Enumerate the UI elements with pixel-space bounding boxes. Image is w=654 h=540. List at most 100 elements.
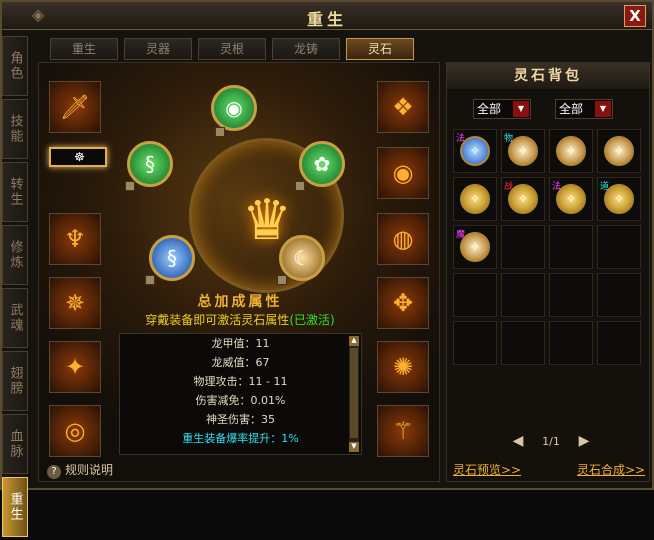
equip-slot-wand[interactable]: ⚚: [377, 405, 429, 457]
next-page-icon[interactable]: ▶: [577, 431, 591, 451]
clover-rune-icon: ✿: [313, 152, 331, 176]
side-tab-rebirth[interactable]: 重生: [2, 477, 28, 537]
summary-subtitle: 穿戴装备即可激活灵石属性(已激活): [39, 311, 441, 328]
stone-combine-link[interactable]: 灵石合成>>: [577, 461, 645, 478]
title-bar: ◈ 重生 X: [2, 2, 652, 30]
dragon-rune-icon: §: [145, 152, 155, 176]
equip-slot-necklace[interactable]: ❖: [377, 81, 429, 133]
lock-icon: [215, 127, 225, 137]
lock-icon: [145, 275, 155, 285]
question-icon: ?: [47, 465, 61, 479]
tab-spirit-weapon[interactable]: 灵器: [124, 38, 192, 60]
bag-slot[interactable]: ✧: [597, 129, 641, 173]
bag-slot[interactable]: [453, 321, 497, 365]
lock-icon: [277, 275, 287, 285]
bag-slot[interactable]: ✧ 魔: [453, 225, 497, 269]
bag-slot[interactable]: ✧ 物: [501, 129, 545, 173]
stats-box: 龙甲值：11 龙威值：67 物理攻击：11 - 11 伤害减免：0.01% 神圣…: [119, 333, 362, 455]
stone-type-tag: 战: [504, 182, 514, 192]
equip-slot-shoulder[interactable]: ✺: [377, 341, 429, 393]
bag-title: 灵石背包: [447, 63, 649, 89]
side-tab-bar: 角色 技能 转生 修炼 武魂 翅膀 血脉 重生: [2, 36, 28, 540]
summary-hint: 穿戴装备即可激活灵石属性: [145, 313, 290, 327]
bag-slot[interactable]: ✧: [549, 129, 593, 173]
spirit-stone-panel: 🗡 ☸ ♆ ✵ ✦ ◎ ❖ ◉ ◍ ✥ ✺ ⚚ ♛ ◉ § ✿ § ☾ 总加成属…: [38, 62, 440, 482]
stat-line: 龙甲值：11: [211, 337, 270, 350]
equip-slot-bracelet[interactable]: ◉: [377, 147, 429, 199]
rebirth-window: ◈ 重生 X 角色 技能 转生 修炼 武魂 翅膀 血脉 重生 重生 灵器 灵根 …: [0, 0, 654, 537]
tab-spirit-stone[interactable]: 灵石: [346, 38, 414, 60]
bag-slot[interactable]: ✧ 道: [597, 177, 641, 221]
stat-line-highlight: 重生装备爆率提升：1%: [182, 432, 299, 445]
bag-slot[interactable]: [597, 225, 641, 269]
side-tab-bloodline[interactable]: 血脉: [2, 414, 28, 474]
tab-spirit-root[interactable]: 灵根: [198, 38, 266, 60]
bag-slot[interactable]: ✧ 法: [549, 177, 593, 221]
eye-rune-icon: ◉: [225, 96, 243, 120]
stat-line: 神圣伤害：35: [206, 413, 275, 426]
equip-slot-ring[interactable]: ◎: [49, 405, 101, 457]
window-title: 重生: [306, 10, 347, 29]
scroll-up-icon[interactable]: ▲: [349, 336, 359, 346]
equip-slot-sword[interactable]: 🗡: [49, 81, 101, 133]
stone-type-tag: 法: [552, 182, 562, 192]
shoulder-icon: ✺: [392, 353, 414, 381]
gem-slot-right[interactable]: ✿: [299, 141, 345, 187]
pager: ◀ 1/1 ▶: [511, 431, 591, 451]
boots-icon: ✦: [64, 353, 86, 381]
bag-slot[interactable]: ✧: [453, 177, 497, 221]
scroll-thumb[interactable]: [350, 348, 358, 438]
tab-dragon-forge[interactable]: 龙铸: [272, 38, 340, 60]
equip-slot-armor[interactable]: ♆: [49, 213, 101, 265]
ring-icon: ◍: [392, 225, 414, 253]
stat-line: 龙威值：67: [211, 356, 270, 369]
side-tab-skill[interactable]: 技能: [2, 99, 28, 159]
bag-slot[interactable]: [549, 273, 593, 317]
bag-slot[interactable]: [549, 321, 593, 365]
filter-select-2[interactable]: 全部 ▼: [555, 99, 613, 119]
bag-slot[interactable]: [453, 273, 497, 317]
stat-line: 伤害减免：0.01%: [195, 394, 286, 407]
scroll-down-icon[interactable]: ▼: [349, 442, 359, 452]
stone-preview-link[interactable]: 灵石预览>>: [453, 461, 521, 478]
bag-slot[interactable]: [549, 225, 593, 269]
lock-icon: [125, 181, 135, 191]
bag-slot[interactable]: ✧ 战: [501, 177, 545, 221]
bracelet-icon: ◉: [392, 159, 414, 187]
side-tab-transfer[interactable]: 转生: [2, 162, 28, 222]
side-tab-cultivate[interactable]: 修炼: [2, 225, 28, 285]
bag-slot[interactable]: [597, 273, 641, 317]
filter-1-value: 全部: [477, 102, 502, 116]
bag-slot[interactable]: [501, 273, 545, 317]
rules-help[interactable]: ? 规则说明: [47, 461, 113, 479]
equip-slot-boots[interactable]: ✦: [49, 341, 101, 393]
prev-page-icon[interactable]: ◀: [511, 431, 525, 451]
bag-slot[interactable]: [501, 321, 545, 365]
stone-type-tag: 法: [456, 134, 466, 144]
lock-icon: [295, 181, 305, 191]
bag-slot[interactable]: [501, 225, 545, 269]
bag-slot[interactable]: ✧ 法: [453, 129, 497, 173]
filter-select-1[interactable]: 全部 ▼: [473, 99, 531, 119]
activated-label: (已激活): [289, 313, 335, 327]
equip-slot-ring-right[interactable]: ◍: [377, 213, 429, 265]
side-tab-wings[interactable]: 翅膀: [2, 351, 28, 411]
dropdown-arrow-icon[interactable]: ▼: [513, 101, 529, 117]
gem-slot-bottom-left[interactable]: §: [149, 235, 195, 281]
close-button[interactable]: X: [624, 5, 646, 27]
bag-slot[interactable]: [597, 321, 641, 365]
wand-icon: ⚚: [392, 417, 414, 445]
stone-type-tag: 道: [600, 182, 610, 192]
gem-slot-top[interactable]: ◉: [211, 85, 257, 131]
page-indicator: 1/1: [542, 434, 560, 448]
side-tab-role[interactable]: 角色: [2, 36, 28, 96]
dropdown-arrow-icon[interactable]: ▼: [595, 101, 611, 117]
sword-icon: 🗡: [59, 93, 91, 121]
bag-grid: ✧ 法 ✧ 物 ✧ ✧ ✧ ✧ 战 ✧ 法 ✧ 道 ✧ 魔: [453, 129, 645, 365]
stats-scrollbar[interactable]: ▲ ▼: [349, 336, 359, 452]
equip-slot-helmet[interactable]: ☸: [49, 147, 107, 167]
side-tab-wuhun[interactable]: 武魂: [2, 288, 28, 348]
wave-rune-icon: ☾: [293, 246, 311, 270]
tab-rebirth[interactable]: 重生: [50, 38, 118, 60]
dragon-rune-icon: §: [167, 246, 177, 270]
